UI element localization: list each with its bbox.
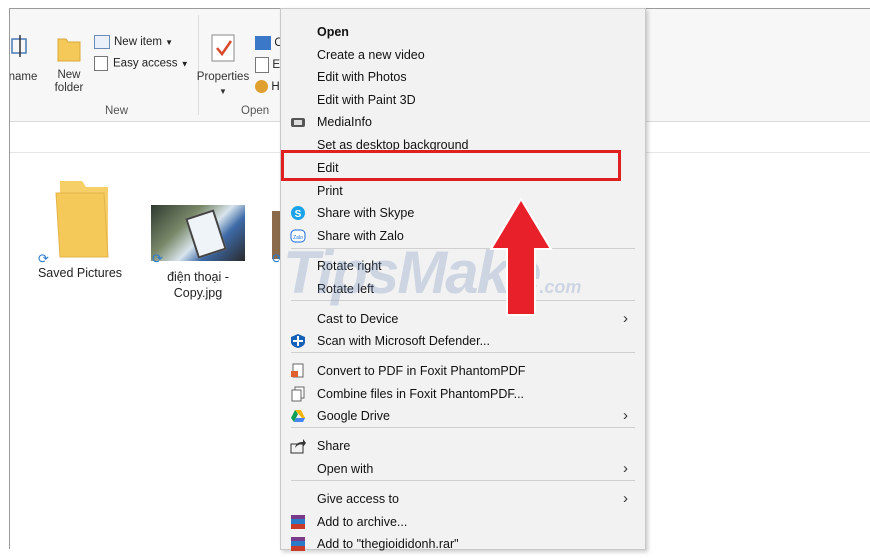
menu-item-label: Google Drive [317, 409, 390, 423]
menu-item-rotate-left[interactable]: Rotate left [281, 278, 645, 300]
menu-separator [291, 300, 635, 301]
file-item-phone-image[interactable]: ⟳ điện thoại - Copy.jpg [150, 205, 246, 301]
menu-item-label: Edit with Paint 3D [317, 93, 416, 107]
dropdown-arrow-icon: ▼ [180, 59, 189, 69]
menu-item-label: Print [317, 184, 343, 198]
new-item-label: New item [114, 36, 162, 49]
new-group-label: New [105, 105, 129, 117]
menu-item-share-with-skype[interactable]: S Share with Skype [281, 202, 645, 224]
foxit-convert-icon [290, 363, 306, 379]
menu-item-combine-files-in-foxit-phantompdf[interactable]: Combine files in Foxit PhantomPDF... [281, 383, 645, 405]
easy-access-label: Easy access [113, 57, 178, 70]
file-name: điện thoại - Copy.jpg [167, 270, 229, 300]
foxit-combine-icon [290, 386, 306, 402]
context-menu: Open Create a new video Edit with Photos Ed… [280, 8, 646, 551]
photo-icon [255, 35, 271, 50]
properties-button[interactable]: Properties ▼ [196, 33, 250, 97]
menu-item-give-access-to[interactable]: Give access to › [281, 488, 645, 510]
properties-icon [211, 34, 235, 62]
edit-cut-label: E [272, 59, 281, 72]
menu-item-open[interactable]: Open [281, 21, 645, 43]
menu-item-label: Add to "thegioididonh.rar" [317, 537, 459, 551]
menu-item-label: Convert to PDF in Foxit PhantomPDF [317, 364, 526, 378]
menu-separator [291, 248, 635, 249]
chevron-right-icon: › [623, 407, 628, 424]
menu-item-share[interactable]: Share [281, 435, 645, 457]
menu-item-cast-to-device[interactable]: Cast to Device › [281, 308, 645, 330]
menu-item-scan-with-microsoft-defender[interactable]: Scan with Microsoft Defender... [281, 330, 645, 352]
defender-icon [290, 333, 306, 349]
easy-access-icon [94, 56, 108, 71]
folder-icon [55, 181, 109, 258]
menu-separator [291, 427, 635, 428]
menu-item-label: Scan with Microsoft Defender... [317, 334, 490, 348]
properties-label: Properties [196, 71, 250, 83]
menu-item-create-a-new-video[interactable]: Create a new video [281, 44, 645, 66]
mediainfo-icon [290, 114, 306, 130]
chevron-right-icon: › [623, 310, 628, 327]
menu-item-label: Open [317, 25, 349, 39]
new-folder-label: New folder [54, 69, 84, 94]
dropdown-arrow-icon: ▼ [219, 87, 227, 96]
winrar-icon [290, 536, 306, 552]
menu-item-add-to-thegioididonh-rar[interactable]: Add to "thegioididonh.rar" [281, 533, 645, 555]
svg-text:S: S [295, 209, 302, 220]
skype-icon: S [290, 205, 306, 221]
menu-item-label: Combine files in Foxit PhantomPDF... [317, 387, 525, 401]
new-item-icon [94, 35, 110, 49]
zalo-icon: Zalo [290, 228, 306, 244]
open-group-label: Open [241, 105, 270, 117]
menu-item-label: Share with Skype [317, 206, 415, 220]
menu-item-label: Rotate right [317, 259, 382, 273]
menu-item-convert-to-pdf-in-foxit-phantompdf[interactable]: Convert to PDF in Foxit PhantomPDF [281, 360, 645, 382]
menu-item-google-drive[interactable]: Google Drive › [281, 405, 645, 427]
menu-item-edit-with-paint-3d[interactable]: Edit with Paint 3D [281, 89, 645, 111]
chevron-right-icon: › [623, 490, 628, 507]
menu-item-share-with-zalo[interactable]: Zalo Share with Zalo [281, 225, 645, 247]
winrar-icon [290, 514, 306, 530]
menu-item-label: Add to archive... [317, 515, 408, 529]
menu-item-label: Share [317, 439, 351, 453]
edit-doc-icon [255, 57, 269, 73]
rename-label: name [9, 71, 38, 83]
menu-separator [291, 352, 635, 353]
menu-item-label: Rotate left [317, 282, 374, 296]
menu-item-edit-with-photos[interactable]: Edit with Photos [281, 66, 645, 88]
chevron-right-icon: › [623, 460, 628, 477]
menu-item-rotate-right[interactable]: Rotate right [281, 255, 645, 277]
menu-item-label: Cast to Device [317, 312, 399, 326]
google-drive-icon [290, 408, 306, 424]
menu-item-add-to-archive[interactable]: Add to archive... [281, 511, 645, 533]
menu-item-print[interactable]: Print [281, 180, 645, 202]
menu-item-mediainfo[interactable]: MediaInfo [281, 111, 645, 133]
share-icon [290, 438, 306, 454]
menu-item-label: Give access to [317, 492, 399, 506]
edit-button[interactable]: E [255, 57, 280, 73]
menu-item-label: Share with Zalo [317, 229, 404, 243]
menu-item-label: Create a new video [317, 48, 425, 62]
red-arrow-icon [489, 197, 553, 316]
menu-item-label: MediaInfo [317, 115, 372, 129]
new-item-button[interactable]: New item ▼ [94, 35, 173, 49]
menu-item-label: Edit with Photos [317, 70, 407, 84]
easy-access-button[interactable]: Easy access ▼ [94, 56, 189, 71]
file-item-saved-pictures[interactable]: ⟳ Saved Pictures [32, 179, 128, 281]
file-name: Saved Pictures [37, 266, 123, 280]
new-folder-icon [57, 38, 81, 62]
menu-item-open-with[interactable]: Open with › [281, 458, 645, 480]
history-button[interactable]: H [255, 79, 280, 94]
new-folder-button[interactable]: New folder [48, 33, 90, 97]
sync-icon: ⟳ [38, 251, 49, 266]
dropdown-arrow-icon: ▼ [165, 38, 174, 48]
svg-text:Zalo: Zalo [293, 235, 303, 241]
menu-item-label: Open with [317, 462, 374, 476]
edit-highlight-box [281, 150, 621, 181]
rename-icon [11, 35, 27, 57]
history-cut-label: H [271, 81, 280, 93]
menu-separator [291, 480, 635, 481]
sync-icon: ⟳ [152, 251, 163, 266]
history-icon [255, 80, 268, 94]
image-thumbnail [151, 205, 245, 261]
